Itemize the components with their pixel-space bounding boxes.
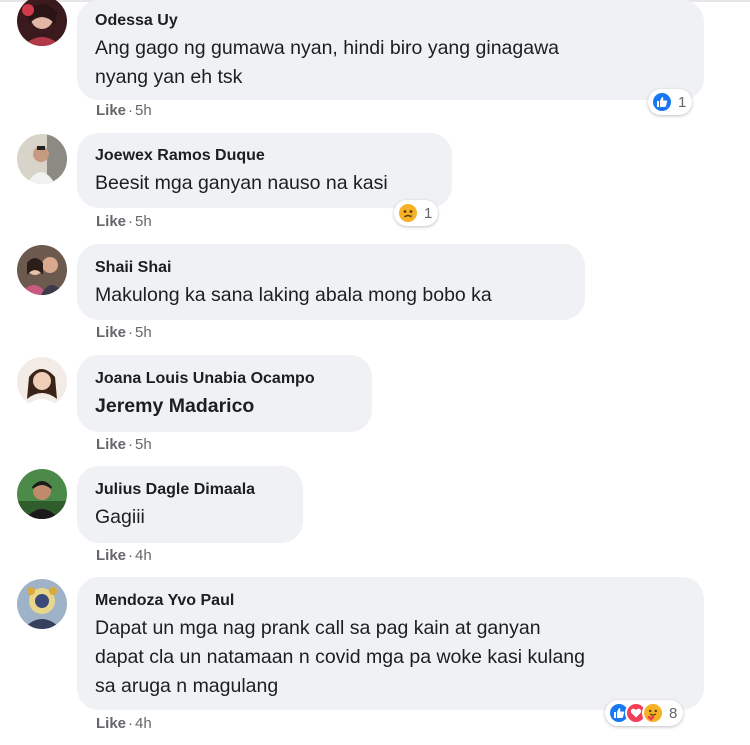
reaction-summary[interactable]: 1: [648, 89, 693, 115]
reaction-count: 1: [678, 93, 687, 111]
comment-text: Makulong ka sana laking abala mong bobo …: [95, 284, 492, 306]
comment-time[interactable]: 5h: [135, 213, 152, 230]
avatar[interactable]: [17, 579, 67, 629]
comment-author[interactable]: Julius Dagle Dimaala: [95, 479, 285, 500]
comment-actions: Like · 5h: [96, 324, 152, 341]
separator-dot: ·: [128, 436, 134, 453]
comment-text: dapat cla un natamaan n covid mga pa wok…: [95, 646, 585, 668]
reaction-summary[interactable]: 8: [605, 700, 684, 726]
like-reaction-icon: [651, 91, 673, 113]
like-button[interactable]: Like: [96, 102, 126, 119]
like-button[interactable]: Like: [96, 715, 126, 732]
comment-time[interactable]: 5h: [135, 102, 152, 119]
comment-text: sa aruga n magulang: [95, 675, 279, 697]
reaction-count: 1: [424, 204, 433, 222]
comment-bubble: Joana Louis Unabia Ocampo Jeremy Madaric…: [77, 355, 372, 432]
avatar[interactable]: [17, 245, 67, 295]
reaction-summary[interactable]: 1: [394, 200, 439, 226]
like-button[interactable]: Like: [96, 436, 126, 453]
like-button[interactable]: Like: [96, 547, 126, 564]
comment-time[interactable]: 4h: [135, 715, 152, 732]
comment-author[interactable]: Joewex Ramos Duque: [95, 145, 434, 166]
comment-bubble: Odessa Uy Ang gago ng gumawa nyan, hindi…: [77, 0, 704, 100]
comment-author[interactable]: Odessa Uy: [95, 10, 686, 31]
like-button[interactable]: Like: [96, 324, 126, 341]
comment-text: Beesit mga ganyan nauso na kasi: [95, 172, 388, 194]
avatar[interactable]: [17, 469, 67, 519]
comment-bubble: Shaii Shai Makulong ka sana laking abala…: [77, 244, 585, 320]
avatar[interactable]: [17, 0, 67, 46]
sad-reaction-icon: [397, 202, 419, 224]
avatar[interactable]: [17, 357, 67, 407]
comment-bubble: Julius Dagle Dimaala Gagiii: [77, 466, 303, 543]
separator-dot: ·: [128, 102, 134, 119]
mention-link[interactable]: Jeremy Madarico: [95, 392, 354, 421]
comment-actions: Like · 4h: [96, 715, 152, 732]
comment-author[interactable]: Shaii Shai: [95, 257, 567, 278]
comment-author[interactable]: Joana Louis Unabia Ocampo: [95, 368, 354, 389]
like-button[interactable]: Like: [96, 213, 126, 230]
separator-dot: ·: [128, 715, 134, 732]
comment-text: Ang gago ng gumawa nyan, hindi biro yang…: [95, 37, 560, 59]
comment-thread: Odessa Uy Ang gago ng gumawa nyan, hindi…: [0, 0, 750, 745]
comment-text: Gagiii: [95, 506, 145, 528]
comment-actions: Like · 4h: [96, 547, 152, 564]
comment-time[interactable]: 4h: [135, 547, 152, 564]
separator-dot: ·: [128, 547, 134, 564]
comment-actions: Like · 5h: [96, 436, 152, 453]
comment-text: Dapat un mga nag prank call sa pag kain …: [95, 617, 541, 639]
reaction-count: 8: [669, 704, 678, 722]
comment-bubble: Joewex Ramos Duque Beesit mga ganyan nau…: [77, 133, 452, 208]
comment-author[interactable]: Mendoza Yvo Paul: [95, 590, 686, 611]
comment-bubble: Mendoza Yvo Paul Dapat un mga nag prank …: [77, 577, 704, 710]
comment-actions: Like · 5h: [96, 213, 152, 230]
comment-time[interactable]: 5h: [135, 436, 152, 453]
avatar[interactable]: [17, 134, 67, 184]
comment-time[interactable]: 5h: [135, 324, 152, 341]
comment-actions: Like · 5h: [96, 102, 152, 119]
separator-dot: ·: [128, 324, 134, 341]
comment-text: nyang yan eh tsk: [95, 66, 243, 88]
care-reaction-icon: [642, 702, 664, 724]
separator-dot: ·: [128, 213, 134, 230]
